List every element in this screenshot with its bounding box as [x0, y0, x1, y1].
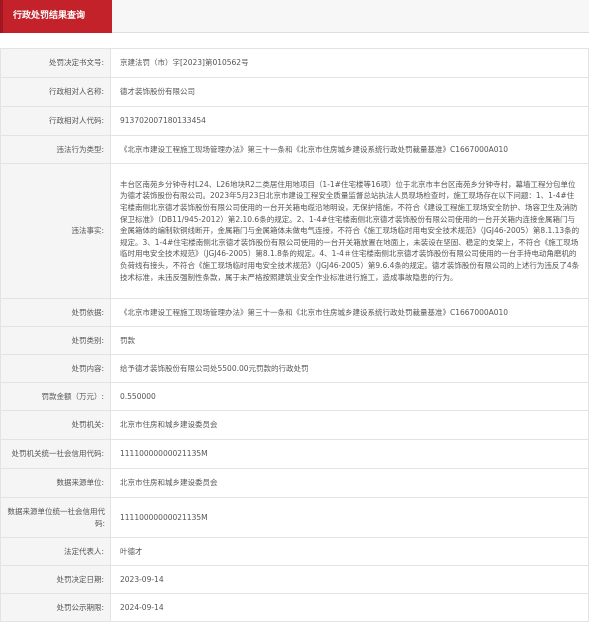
penalty-category-value: 罚款 — [110, 326, 589, 355]
penalty-content-value: 给予德才装饰股份有限公司处5500.00元罚款的行政处罚 — [110, 354, 589, 383]
page-title-tab: 行政处罚结果查询 — [0, 0, 112, 33]
party-code-value: 913702007180133454 — [110, 106, 589, 136]
field-label: 数据来源单位: — [0, 468, 111, 498]
field-label: 违法事实: — [0, 163, 111, 299]
fine-amount-value: 0.550000 — [110, 382, 589, 411]
field-label: 数据来源单位统一社会信用代码: — [0, 497, 111, 538]
field-label: 行政相对人名称: — [0, 77, 111, 107]
field-label: 处罚内容: — [0, 354, 111, 383]
table-row: 处罚决定日期: 2023-09-14 — [0, 565, 589, 594]
table-row: 处罚决定书文号: 京建法罚（市）字[2023]第010562号 — [0, 48, 589, 78]
data-source-credit-code-value: 11110000000021135M — [110, 497, 589, 538]
table-row: 数据来源单位统一社会信用代码: 11110000000021135M — [0, 497, 589, 538]
violation-type-value: 《北京市建设工程施工现场管理办法》第三十一条和《北京市住房城乡建设系统行政处罚裁… — [110, 135, 589, 164]
table-row: 处罚机关: 北京市住房和城乡建设委员会 — [0, 410, 589, 440]
field-label: 处罚决定书文号: — [0, 48, 111, 78]
page-header: 行政处罚结果查询 — [0, 0, 589, 33]
field-label: 处罚机关: — [0, 410, 111, 440]
field-label: 处罚机关统一社会信用代码: — [0, 439, 111, 469]
field-label: 罚款金额（万元）: — [0, 382, 111, 411]
publicity-deadline-value: 2024-09-14 — [110, 593, 589, 622]
penalty-authority-value: 北京市住房和城乡建设委员会 — [110, 410, 589, 440]
decision-number-value: 京建法罚（市）字[2023]第010562号 — [110, 48, 589, 78]
field-label: 行政相对人代码: — [0, 106, 111, 136]
table-row: 法定代表人: 叶德才 — [0, 537, 589, 566]
table-row: 行政相对人名称: 德才装饰股份有限公司 — [0, 77, 589, 107]
field-label: 处罚决定日期: — [0, 565, 111, 594]
legal-representative-value: 叶德才 — [110, 537, 589, 566]
table-row: 处罚公示期限: 2024-09-14 — [0, 593, 589, 622]
table-row: 违法事实: 丰台区南苑乡分钟寺村L24、L26地块R2二类居住用地项目（1-1#… — [0, 163, 589, 299]
authority-credit-code-value: 11110000000021135M — [110, 439, 589, 469]
table-row: 违法行为类型: 《北京市建设工程施工现场管理办法》第三十一条和《北京市住房城乡建… — [0, 135, 589, 164]
penalty-basis-value: 《北京市建设工程施工现场管理办法》第三十一条和《北京市住房城乡建设系统行政处罚裁… — [110, 298, 589, 327]
party-name-value: 德才装饰股份有限公司 — [110, 77, 589, 107]
field-label: 处罚类别: — [0, 326, 111, 355]
table-row: 处罚机关统一社会信用代码: 11110000000021135M — [0, 439, 589, 469]
table-row: 处罚内容: 给予德才装饰股份有限公司处5500.00元罚款的行政处罚 — [0, 354, 589, 383]
decision-date-value: 2023-09-14 — [110, 565, 589, 594]
field-label: 处罚依据: — [0, 298, 111, 327]
table-row: 行政相对人代码: 913702007180133454 — [0, 106, 589, 136]
table-row: 处罚依据: 《北京市建设工程施工现场管理办法》第三十一条和《北京市住房城乡建设系… — [0, 298, 589, 327]
field-label: 违法行为类型: — [0, 135, 111, 164]
table-row: 处罚类别: 罚款 — [0, 326, 589, 355]
field-label: 法定代表人: — [0, 537, 111, 566]
violation-facts-value: 丰台区南苑乡分钟寺村L24、L26地块R2二类居住用地项目（1-1#住宅楼等16… — [110, 163, 589, 299]
table-row: 罚款金额（万元）: 0.550000 — [0, 382, 589, 411]
table-row: 数据来源单位: 北京市住房和城乡建设委员会 — [0, 468, 589, 498]
penalty-info-table: 处罚决定书文号: 京建法罚（市）字[2023]第010562号 行政相对人名称:… — [0, 48, 589, 622]
data-source-value: 北京市住房和城乡建设委员会 — [110, 468, 589, 498]
field-label: 处罚公示期限: — [0, 593, 111, 622]
